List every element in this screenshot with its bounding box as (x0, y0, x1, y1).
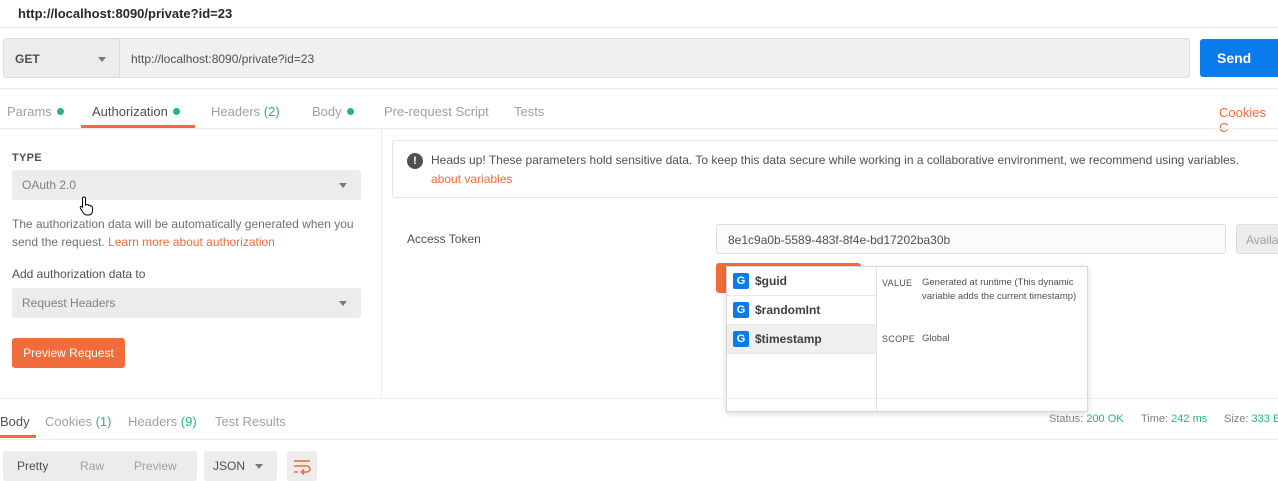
status-dot (346, 108, 354, 115)
variable-name: $guid (755, 274, 787, 288)
size-label: Size: (1224, 413, 1249, 425)
time-label: Time: (1141, 413, 1169, 425)
send-button[interactable]: Send (1200, 39, 1278, 77)
variable-name: $timestamp (755, 332, 822, 346)
tab-params-label: Params (7, 104, 52, 119)
scope-key: SCOPE (882, 334, 916, 344)
tab-body[interactable]: Body (312, 104, 354, 119)
divider (876, 267, 877, 411)
size-readout: Size: 333 B (1224, 413, 1278, 425)
tab-headers[interactable]: Headers (2) (211, 104, 280, 119)
global-variable-icon: G (733, 302, 749, 318)
add-to-select[interactable]: Request Headers (12, 288, 361, 318)
divider (0, 128, 1278, 129)
status-value: 200 OK (1086, 413, 1124, 425)
autocomplete-item[interactable]: G $guid (727, 267, 876, 296)
preview-request-button[interactable]: Preview Request (12, 338, 125, 368)
tab-prerequest-script[interactable]: Pre-request Script (384, 104, 489, 119)
global-variable-icon: G (733, 273, 749, 289)
chevron-down-icon (339, 301, 347, 306)
tab-tests[interactable]: Tests (514, 104, 544, 119)
status-label: Status: (1049, 413, 1084, 425)
divider (0, 27, 1278, 28)
time-readout: Time: 242 ms (1141, 413, 1207, 425)
tab-body-label: Body (312, 104, 342, 119)
url-input[interactable]: http://localhost:8090/private?id=23 (119, 38, 1190, 78)
view-raw-button[interactable]: Raw (80, 459, 104, 473)
divider (0, 88, 1278, 89)
auth-type-select[interactable]: OAuth 2.0 (12, 170, 361, 200)
status-dot (56, 108, 64, 115)
global-variable-icon: G (733, 331, 749, 347)
divider (0, 398, 1278, 399)
chevron-down-icon (339, 183, 347, 188)
type-label: TYPE (12, 152, 42, 164)
window-title: http://localhost:8090/private?id=23 (18, 6, 233, 21)
access-token-label: Access Token (407, 232, 481, 246)
response-tab-cookies-count: (1) (95, 414, 112, 429)
auth-description: The authorization data will be automatic… (12, 215, 362, 251)
available-tokens-select[interactable]: Availa (1236, 224, 1278, 254)
method-label: GET (15, 52, 40, 66)
auth-type-value: OAuth 2.0 (22, 178, 77, 192)
active-tab-indicator (0, 435, 36, 438)
alert-text: Heads up! These parameters hold sensitiv… (431, 153, 1239, 167)
warning-icon: ! (407, 153, 423, 169)
tab-headers-label: Headers (211, 104, 261, 119)
autocomplete-item[interactable]: G $timestamp (727, 325, 876, 354)
cookies-link[interactable]: Cookies C (1219, 105, 1278, 135)
panel-divider (381, 128, 382, 399)
chevron-down-icon (98, 57, 106, 62)
learn-more-link[interactable]: Learn more about authorization (108, 235, 275, 249)
status-readout: Status: 200 OK (1049, 413, 1124, 425)
status-dot (172, 108, 180, 115)
access-token-input[interactable]: 8e1c9a0b-5589-483f-8f4e-bd17202ba30b (716, 224, 1226, 254)
response-tab-cookies-label: Cookies (45, 414, 92, 429)
tab-headers-count: (2) (263, 104, 280, 119)
method-select[interactable]: GET (3, 38, 119, 78)
tab-authorization[interactable]: Authorization (92, 104, 180, 119)
view-pretty-button[interactable]: Pretty (17, 459, 48, 473)
available-tokens-label: Availa (1246, 233, 1278, 247)
wrap-lines-icon (294, 460, 311, 476)
wrap-lines-button[interactable] (287, 451, 317, 481)
view-preview-button[interactable]: Preview (134, 459, 177, 473)
response-tab-headers-count: (9) (180, 414, 197, 429)
format-value: JSON (213, 459, 246, 473)
tab-params[interactable]: Params (7, 104, 64, 119)
access-token-value: 8e1c9a0b-5589-483f-8f4e-bd17202ba30b (728, 233, 951, 247)
add-to-value: Request Headers (22, 296, 116, 310)
response-tab-cookies[interactable]: Cookies (1) (45, 414, 111, 429)
scope-text: Global (922, 333, 950, 344)
hand-cursor-icon (79, 196, 93, 216)
divider (0, 439, 1278, 440)
size-value: 333 B (1251, 413, 1278, 425)
response-tab-headers[interactable]: Headers (9) (128, 414, 197, 429)
alert-link[interactable]: about variables (431, 172, 512, 186)
url-value: http://localhost:8090/private?id=23 (131, 52, 315, 66)
chevron-down-icon (255, 464, 263, 469)
value-key: VALUE (882, 278, 913, 288)
cookies-label: Cookies (1219, 105, 1266, 120)
response-tab-headers-label: Headers (128, 414, 178, 429)
sensitive-data-alert: ! Heads up! These parameters hold sensit… (392, 140, 1278, 198)
view-mode-segmented: Pretty Raw Preview (3, 451, 197, 481)
value-text: Generated at runtime (This dynamic varia… (922, 277, 1077, 302)
response-tab-body[interactable]: Body (0, 414, 30, 429)
response-tab-test-results[interactable]: Test Results (215, 414, 286, 429)
add-to-label: Add authorization data to (12, 267, 146, 281)
tab-authorization-label: Authorization (92, 104, 168, 119)
format-select[interactable]: JSON (204, 451, 277, 481)
autocomplete-item[interactable]: G $randomInt (727, 296, 876, 325)
time-value: 242 ms (1171, 413, 1208, 425)
variable-autocomplete: G $guid G $randomInt G $timestamp VALUE … (726, 266, 1088, 412)
variable-name: $randomInt (755, 303, 821, 317)
